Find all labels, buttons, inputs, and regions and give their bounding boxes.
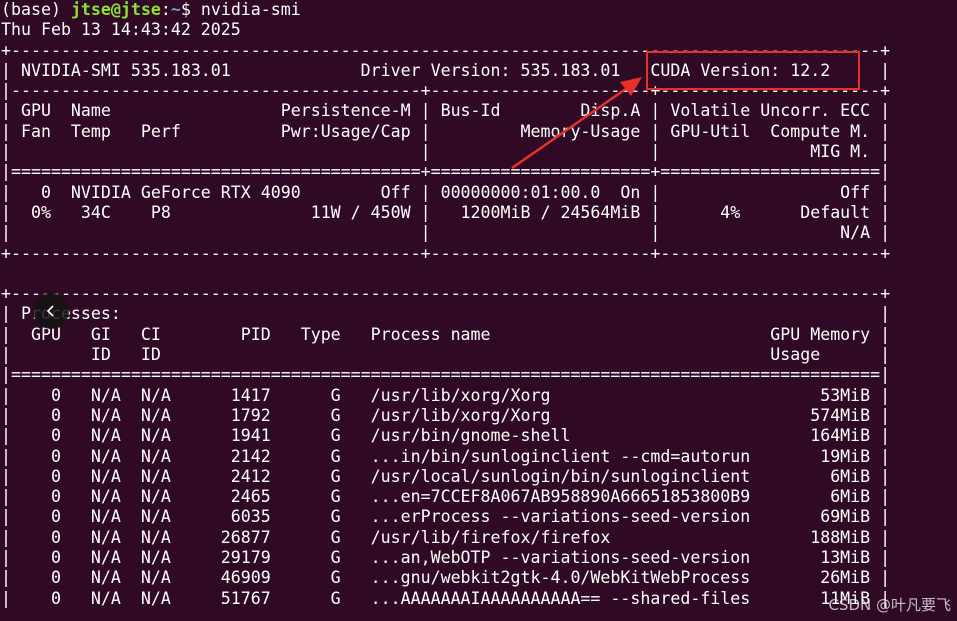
process-row: | 0 N/A N/A 29179 G ...an,WebOTP --varia…	[1, 548, 891, 568]
back-button[interactable]	[33, 293, 69, 329]
process-row: | 0 N/A N/A 1417 G /usr/lib/xorg/Xorg 53…	[1, 385, 891, 405]
process-row: | 0 N/A N/A 6035 G ...erProcess --variat…	[1, 507, 891, 527]
output-line: | | | N/A |	[1, 223, 891, 243]
output-line: +---------------------------------------…	[1, 284, 891, 304]
process-row: | 0 N/A N/A 2142 G ...in/bin/sunlogincli…	[1, 446, 891, 466]
terminal-window[interactable]: (base) jtse@jtse:~$ nvidia-smi Thu Feb 1…	[0, 0, 957, 621]
output-line: | Processes: |	[1, 304, 891, 324]
process-row: | 0 N/A N/A 26877 G /usr/lib/firefox/fir…	[1, 527, 891, 547]
output-line: | GPU GI CI PID Type Process name GPU Me…	[1, 324, 891, 344]
output-line: | GPU Name Persistence-M | Bus-Id Disp.A…	[1, 101, 891, 121]
command-text: nvidia-smi	[200, 0, 301, 19]
output-line: |=======================================…	[1, 162, 891, 182]
output-line: | NVIDIA-SMI 535.183.01 Driver Version: …	[1, 60, 891, 80]
output-line: | 0% 34C P8 11W / 450W | 1200MiB / 24564…	[1, 202, 891, 222]
output-line: | ID ID Usage |	[1, 345, 891, 365]
prompt-path: ~	[170, 0, 181, 19]
watermark: CSDN @叶凡要飞	[828, 595, 951, 614]
process-row: | 0 N/A N/A 2412 G /usr/local/sunlogin/b…	[1, 466, 891, 486]
output-line: | Fan Temp Perf Pwr:Usage/Cap | Memory-U…	[1, 121, 891, 141]
prompt-separator: :	[160, 0, 171, 19]
output-line: | | | MIG M. |	[1, 142, 891, 162]
process-row: | 0 N/A N/A 1792 G /usr/lib/xorg/Xorg 57…	[1, 405, 891, 425]
process-row: | 0 N/A N/A 51767 G ...AAAAAAAIAAAAAAAAA…	[1, 588, 891, 608]
output-line: | 0 NVIDIA GeForce RTX 4090 Off | 000000…	[1, 182, 891, 202]
prompt-dollar: $	[180, 0, 201, 19]
conda-env: (base)	[1, 0, 71, 19]
output-line: +---------------------------------------…	[1, 243, 891, 263]
prompt-line: (base) jtse@jtse:~$ nvidia-smi	[0, 0, 957, 20]
process-row: | 0 N/A N/A 46909 G ...gnu/webkit2gtk-4.…	[1, 568, 891, 588]
output-line: Thu Feb 13 14:43:42 2025	[1, 20, 241, 40]
process-row: | 0 N/A N/A 2465 G ...en=7CCEF8A067AB958…	[1, 487, 891, 507]
output-line: |---------------------------------------…	[1, 81, 891, 101]
output-line: +---------------------------------------…	[1, 40, 891, 60]
chevron-left-icon	[44, 304, 58, 318]
prompt-user-host: jtse@jtse	[70, 0, 161, 19]
process-row: | 0 N/A N/A 1941 G /usr/bin/gnome-shell …	[1, 426, 891, 446]
output-line: |=======================================…	[1, 365, 891, 385]
